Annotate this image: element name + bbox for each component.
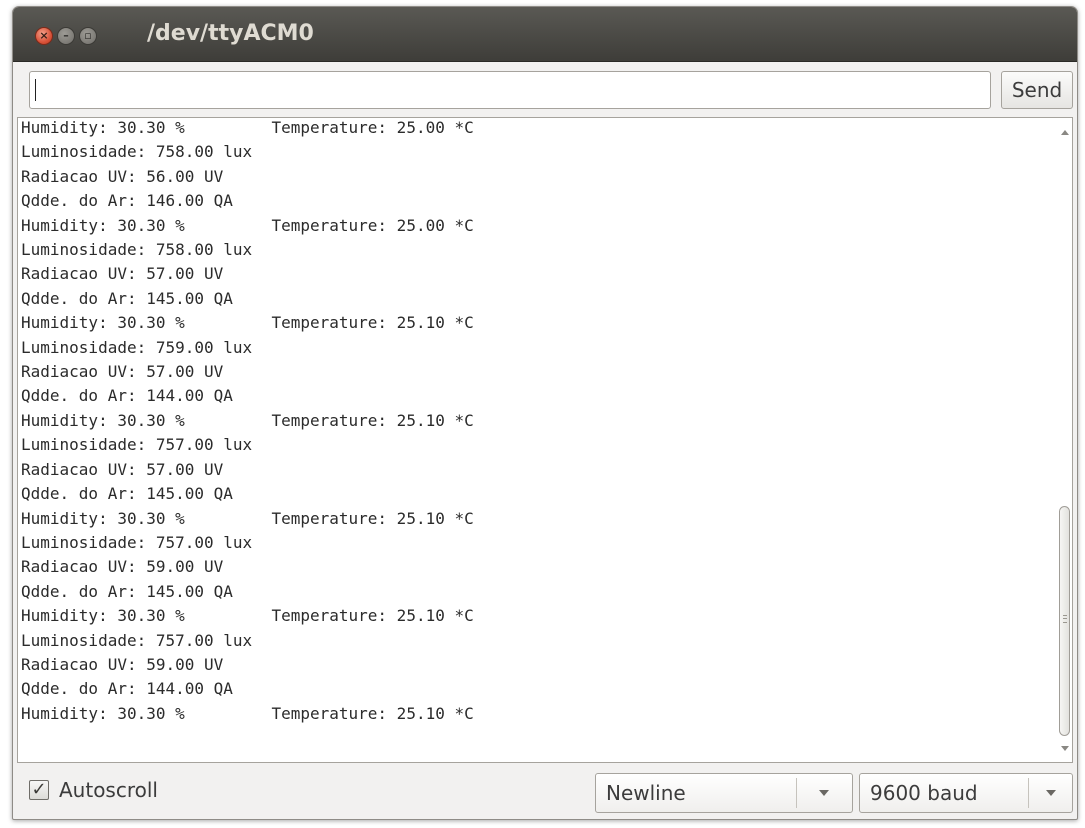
serial-output-line: Luminosidade: 758.00 lux	[21, 240, 253, 260]
monitor-footer: ✓ Autoscroll Newline 9600 baud	[13, 767, 1077, 819]
serial-output-line: Humidity: 30.30 % Temperature: 25.10 *C	[21, 313, 474, 333]
serial-send-input[interactable]	[29, 71, 991, 109]
autoscroll-label[interactable]: Autoscroll	[59, 778, 158, 802]
line-ending-select[interactable]: Newline	[595, 773, 853, 813]
serial-output-line: Radiacao UV: 57.00 UV	[21, 362, 224, 382]
close-window-button[interactable]: ×	[35, 27, 53, 45]
serial-output-line: Qdde. do Ar: 144.00 QA	[21, 386, 233, 406]
scrollbar-thumb[interactable]	[1059, 506, 1070, 736]
checkmark-icon: ✓	[31, 779, 47, 800]
serial-output-log: Humidity: 30.30 % Temperature: 25.00 *C …	[21, 118, 474, 726]
serial-output-line: Radiacao UV: 59.00 UV	[21, 654, 224, 674]
maximize-icon: ▫	[84, 29, 92, 42]
serial-output-line: Qdde. do Ar: 145.00 QA	[21, 288, 233, 308]
line-ending-value: Newline	[606, 781, 686, 805]
serial-output-line: Qdde. do Ar: 144.00 QA	[21, 679, 233, 699]
minimize-icon: –	[63, 29, 69, 42]
serial-output-line: Luminosidade: 757.00 lux	[21, 435, 253, 455]
baud-rate-value: 9600 baud	[870, 781, 978, 805]
serial-output-line: Humidity: 30.30 % Temperature: 25.10 *C	[21, 508, 474, 528]
serial-output-line: Radiacao UV: 57.00 UV	[21, 459, 224, 479]
close-icon: ×	[39, 29, 49, 42]
vertical-scrollbar[interactable]	[1058, 118, 1072, 762]
chevron-down-icon[interactable]	[1046, 790, 1056, 796]
minimize-window-button[interactable]: –	[57, 27, 75, 45]
serial-output-line: Humidity: 30.30 % Temperature: 25.00 *C	[21, 215, 474, 235]
serial-output-line: Humidity: 30.30 % Temperature: 25.00 *C	[21, 118, 474, 137]
serial-output-line: Qdde. do Ar: 145.00 QA	[21, 484, 233, 504]
window-title: /dev/ttyACM0	[147, 21, 314, 46]
serial-output-line: Luminosidade: 757.00 lux	[21, 532, 253, 552]
baud-rate-select[interactable]: 9600 baud	[859, 773, 1073, 813]
arrow-down-icon[interactable]	[1061, 746, 1069, 751]
title-bar[interactable]: × – ▫ /dev/ttyACM0	[13, 7, 1077, 62]
serial-monitor-window: × – ▫ /dev/ttyACM0 Send Humidity: 30.30 …	[12, 6, 1078, 820]
send-button[interactable]: Send	[1001, 71, 1073, 109]
serial-output-line: Luminosidade: 758.00 lux	[21, 142, 253, 162]
arrow-up-icon[interactable]	[1061, 130, 1069, 135]
maximize-window-button[interactable]: ▫	[79, 27, 97, 45]
text-caret	[35, 79, 36, 101]
serial-output-line: Humidity: 30.30 % Temperature: 25.10 *C	[21, 606, 474, 626]
serial-output-line: Radiacao UV: 59.00 UV	[21, 557, 224, 577]
serial-output-line: Luminosidade: 757.00 lux	[21, 630, 253, 650]
serial-output-line: Qdde. do Ar: 146.00 QA	[21, 191, 233, 211]
serial-output-line: Qdde. do Ar: 145.00 QA	[21, 581, 233, 601]
serial-output-line: Humidity: 30.30 % Temperature: 25.10 *C	[21, 703, 474, 723]
serial-output-line: Humidity: 30.30 % Temperature: 25.10 *C	[21, 410, 474, 430]
serial-output-line: Radiacao UV: 57.00 UV	[21, 264, 224, 284]
serial-output-area[interactable]: Humidity: 30.30 % Temperature: 25.00 *C …	[17, 117, 1073, 763]
serial-output-line: Radiacao UV: 56.00 UV	[21, 166, 224, 186]
grip-icon	[1063, 615, 1067, 623]
autoscroll-checkbox[interactable]: ✓	[29, 780, 49, 800]
combo-divider	[796, 778, 797, 808]
serial-output-line: Luminosidade: 759.00 lux	[21, 337, 253, 357]
chevron-down-icon[interactable]	[819, 790, 829, 796]
combo-divider	[1028, 778, 1029, 808]
